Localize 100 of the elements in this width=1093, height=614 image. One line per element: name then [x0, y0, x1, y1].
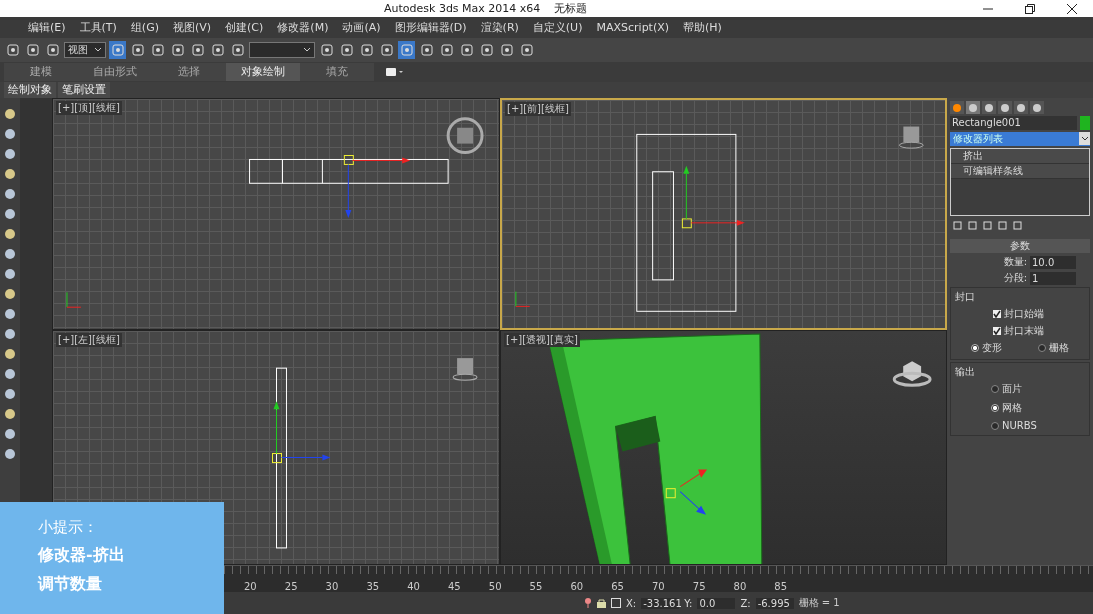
- tool-button[interactable]: [378, 41, 395, 59]
- radio-button[interactable]: [991, 385, 999, 393]
- view-cube-icon[interactable]: [452, 358, 478, 381]
- object-name-field[interactable]: Rectangle001: [950, 116, 1077, 130]
- tool-button[interactable]: [438, 41, 455, 59]
- viewport-label[interactable]: [+][透视][真实]: [504, 333, 580, 347]
- tool-button[interactable]: [189, 41, 206, 59]
- menu-item[interactable]: 修改器(M): [277, 20, 329, 35]
- view-dropdown[interactable]: 视图: [64, 42, 106, 58]
- tool-icon[interactable]: [4, 268, 16, 280]
- menu-item[interactable]: 自定义(U): [532, 20, 583, 35]
- viewport-label[interactable]: [+][前][线框]: [505, 102, 571, 116]
- viewport[interactable]: [+][顶][线框]: [52, 98, 500, 330]
- panel-tab[interactable]: [998, 101, 1012, 114]
- coordinate-field[interactable]: -6.995: [755, 597, 794, 609]
- tool-icon[interactable]: [4, 188, 16, 200]
- radio-label[interactable]: 面片: [1002, 382, 1022, 396]
- tool-button[interactable]: [4, 41, 21, 59]
- view-cube-icon[interactable]: [898, 126, 924, 149]
- panel-tab[interactable]: [1030, 101, 1044, 114]
- tool-button[interactable]: [209, 41, 226, 59]
- menu-item[interactable]: 动画(A): [342, 20, 381, 35]
- view-cube-icon[interactable]: [446, 117, 484, 154]
- stack-item[interactable]: 可编辑样条线: [951, 164, 1089, 179]
- coordinate-field[interactable]: 0.0: [697, 597, 736, 609]
- panel-tab[interactable]: [966, 101, 980, 114]
- tool-button[interactable]: [398, 41, 415, 59]
- tool-icon[interactable]: [4, 148, 16, 160]
- menu-item[interactable]: 工具(T): [79, 20, 117, 35]
- ribbon-options-icon[interactable]: [386, 68, 404, 76]
- spinner-field[interactable]: 10.0: [1030, 255, 1076, 269]
- key-icon[interactable]: [584, 598, 592, 608]
- tool-button[interactable]: [338, 41, 355, 59]
- tool-button[interactable]: [149, 41, 166, 59]
- panel-tab[interactable]: [950, 101, 964, 114]
- close-icon[interactable]: [1067, 3, 1077, 14]
- viewport[interactable]: [+][前][线框]: [500, 98, 947, 330]
- selection-set-dropdown[interactable]: [249, 42, 315, 58]
- tool-icon[interactable]: [4, 168, 16, 180]
- menu-item[interactable]: 创建(C): [225, 20, 264, 35]
- tool-button[interactable]: [24, 41, 41, 59]
- menu-item[interactable]: 帮助(H): [683, 20, 722, 35]
- tool-icon[interactable]: [4, 348, 16, 360]
- subtab[interactable]: 笔刷设置: [58, 82, 110, 98]
- radio-button[interactable]: [1038, 344, 1047, 352]
- tool-button[interactable]: [478, 41, 495, 59]
- checkbox-label[interactable]: 封口末端: [1004, 324, 1044, 338]
- tool-icon[interactable]: [4, 228, 16, 240]
- panel-tab[interactable]: [982, 101, 996, 114]
- radio-label[interactable]: 变形: [981, 341, 1002, 355]
- viewport-label[interactable]: [+][顶][线框]: [56, 101, 122, 115]
- tool-icon[interactable]: [4, 328, 16, 340]
- ribbon-tab[interactable]: 选择: [152, 63, 226, 81]
- menu-item[interactable]: 视图(V): [172, 20, 212, 35]
- radio-button[interactable]: [970, 344, 979, 352]
- tool-icon[interactable]: [4, 288, 16, 300]
- spinner-field[interactable]: 1: [1030, 271, 1076, 285]
- tool-button[interactable]: [418, 41, 435, 59]
- tool-button[interactable]: [109, 41, 126, 59]
- radio-button[interactable]: [991, 404, 999, 412]
- tool-icon[interactable]: [4, 248, 16, 260]
- checkbox[interactable]: [993, 327, 1001, 335]
- rollout-header[interactable]: 参数: [950, 239, 1090, 253]
- tool-icon[interactable]: [4, 308, 16, 320]
- tool-button[interactable]: [169, 41, 186, 59]
- tool-icon[interactable]: [4, 408, 16, 420]
- checkbox[interactable]: [993, 310, 1001, 318]
- stack-item[interactable]: 挤出: [951, 149, 1089, 164]
- ribbon-tab[interactable]: 自由形式: [78, 63, 152, 81]
- viewport[interactable]: [+][透视][真实]: [500, 330, 947, 565]
- radio-button[interactable]: [991, 421, 999, 430]
- tool-button[interactable]: [358, 41, 375, 59]
- viewport-label[interactable]: [+][左][线框]: [56, 333, 122, 347]
- tool-button[interactable]: [318, 41, 335, 59]
- restore-icon[interactable]: [1025, 3, 1035, 14]
- menu-item[interactable]: 组(G): [130, 20, 159, 35]
- ribbon-tab[interactable]: 对象绘制: [226, 63, 300, 81]
- tool-icon[interactable]: [4, 108, 16, 120]
- tool-button[interactable]: [498, 41, 515, 59]
- radio-label[interactable]: 栅格: [1049, 341, 1070, 355]
- tool-icon[interactable]: [4, 208, 16, 220]
- radio-label[interactable]: 网格: [1002, 401, 1022, 415]
- menu-item[interactable]: 编辑(E): [28, 20, 66, 35]
- timeline-ruler[interactable]: 20 25 30 35 40 45 50 55 60 65 70 75 80 85: [224, 565, 1093, 592]
- tool-icon[interactable]: [4, 368, 16, 380]
- tool-button[interactable]: [518, 41, 535, 59]
- tool-icon[interactable]: [4, 428, 16, 440]
- ribbon-tab[interactable]: 建模: [4, 63, 78, 81]
- ribbon-tab[interactable]: 填充: [300, 63, 374, 81]
- panel-tab[interactable]: [1014, 101, 1028, 114]
- tool-icon[interactable]: [4, 448, 16, 460]
- radio-label[interactable]: NURBS: [1002, 420, 1037, 431]
- menu-item[interactable]: 图形编辑器(D): [394, 20, 467, 35]
- lock-icon[interactable]: [597, 598, 606, 608]
- transform-mode-icon[interactable]: [611, 598, 621, 608]
- view-cube-icon[interactable]: [892, 361, 932, 387]
- tool-button[interactable]: [44, 41, 61, 59]
- tool-button[interactable]: [129, 41, 146, 59]
- checkbox-label[interactable]: 封口始端: [1004, 307, 1044, 321]
- menu-item[interactable]: 渲染(R): [480, 20, 519, 35]
